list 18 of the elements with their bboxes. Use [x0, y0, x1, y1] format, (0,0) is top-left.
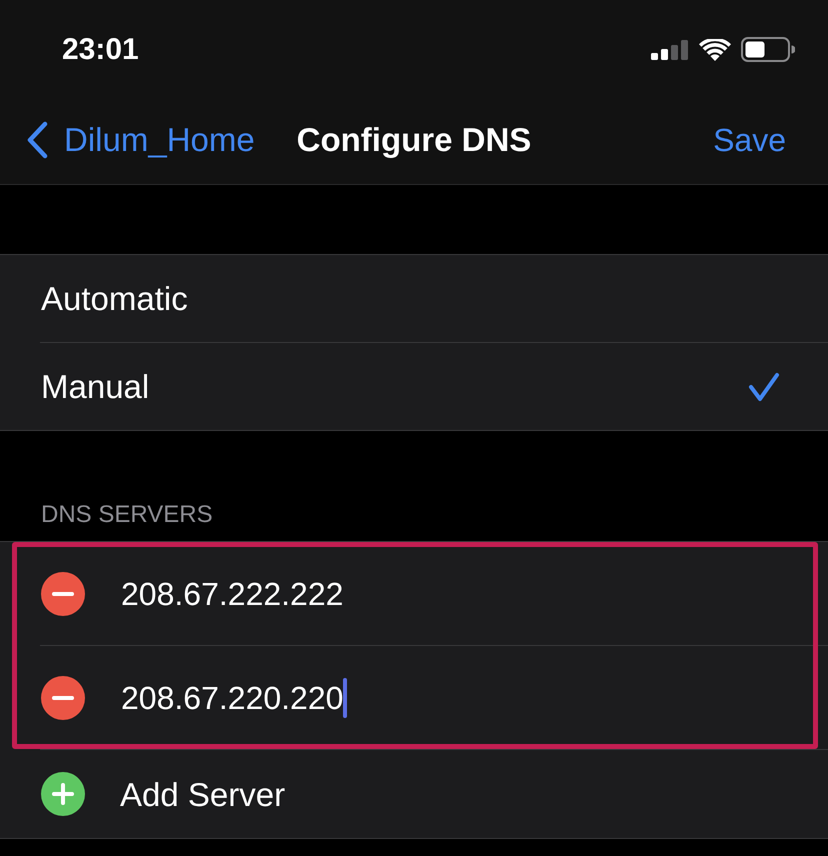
section-header: DNS SERVERS: [41, 503, 213, 527]
signal-icon: [651, 40, 689, 60]
save-button[interactable]: Save: [713, 124, 828, 156]
status-time: 23:01: [62, 34, 139, 64]
minus-circle-icon[interactable]: [41, 572, 85, 616]
option-label: Automatic: [41, 282, 188, 315]
server-address-field[interactable]: 208.67.220.220: [121, 678, 348, 718]
battery-icon: [741, 37, 795, 62]
dns-mode-option[interactable]: Automatic: [0, 255, 828, 342]
chevron-left-icon: [25, 120, 49, 158]
wifi-icon: [699, 38, 731, 60]
dns-mode-option[interactable]: Manual: [0, 343, 828, 430]
server-address-field[interactable]: 208.67.222.222: [121, 578, 344, 610]
minus-circle-icon[interactable]: [41, 676, 85, 720]
back-button[interactable]: Dilum_Home: [0, 120, 255, 158]
plus-circle-icon: [41, 772, 85, 816]
nav-title: Configure DNS: [296, 123, 532, 156]
option-label: Manual: [41, 370, 150, 403]
